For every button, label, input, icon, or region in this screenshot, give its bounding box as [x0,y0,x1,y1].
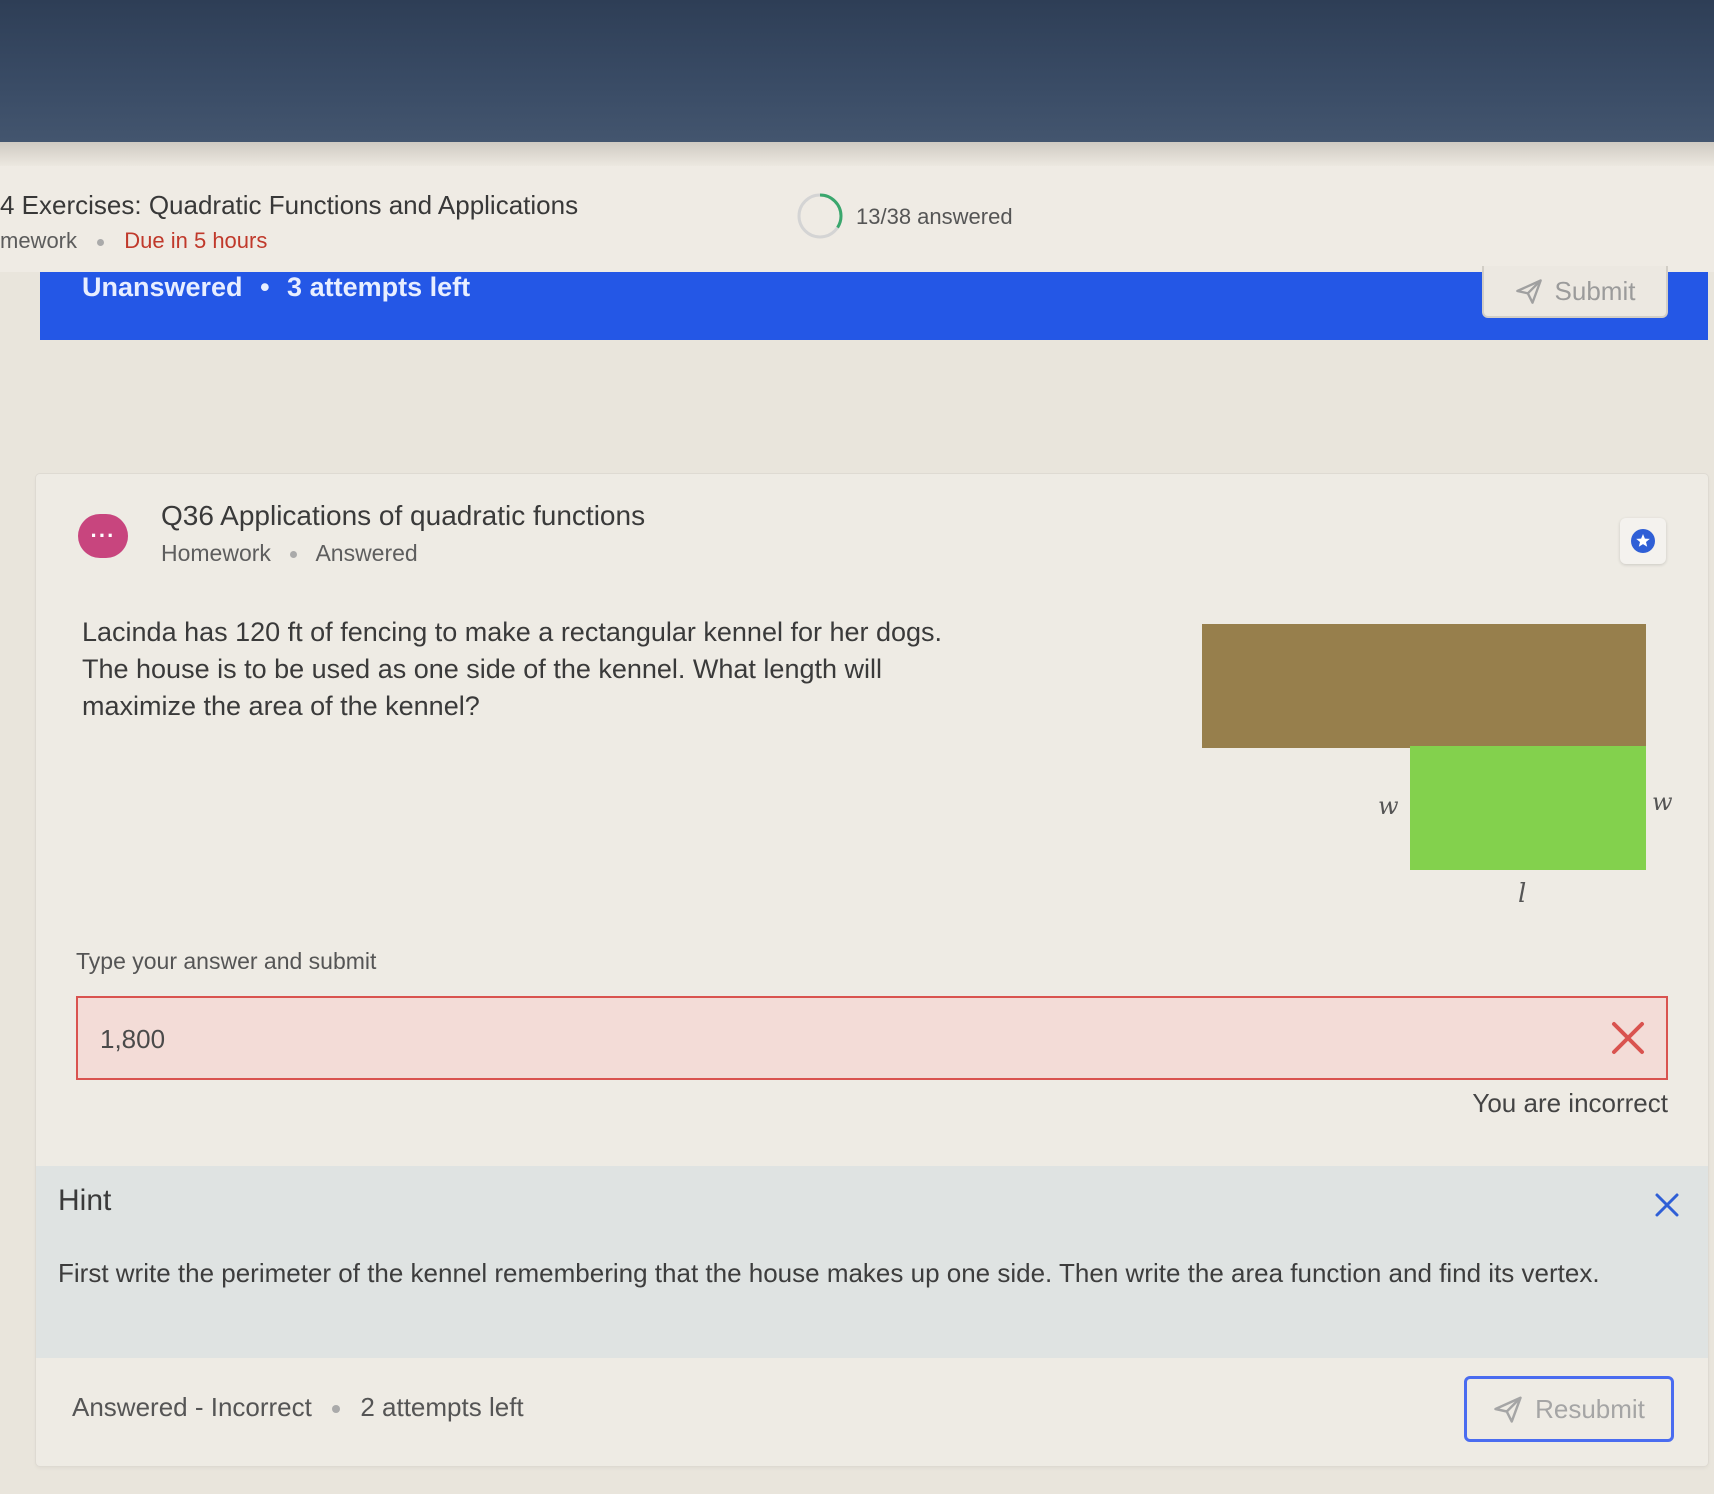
house-rect [1202,624,1646,748]
progress-count: 13/38 answered [856,204,1013,229]
status-state: Unanswered [82,272,243,302]
screen-edge [0,142,1714,166]
answer-label: Type your answer and submit [76,948,377,974]
footer-attempts: 2 attempts left [360,1392,524,1422]
footer-status: Answered - Incorrect 2 attempts left [72,1392,524,1423]
separator-dot [290,551,298,559]
answer-box [76,996,1668,1080]
length-label: l [1518,879,1526,909]
assignment-header: 4 Exercises: Quadratic Functions and App… [0,166,1714,272]
question-avatar: ··· [78,514,128,558]
hint-text: First write the perimeter of the kennel … [58,1258,1600,1288]
monitor-bezel [0,0,1714,146]
question-title: Q36 Applications of quadratic functions [161,500,646,531]
status-attempts: 3 attempts left [287,272,471,302]
hint-title: Hint [58,1184,112,1217]
question-type: Homework [161,540,271,566]
question-text: Lacinda has 120 ft of fencing to make a … [82,617,943,721]
hint-panel: Hint First write the perimeter of the ke… [36,1166,1708,1358]
due-text: Due in 5 hours [124,228,268,253]
assignment-subtitle: mework Due in 5 hours [0,228,267,254]
send-icon [1494,1396,1522,1423]
resubmit-button[interactable]: Resubmit [1464,1376,1674,1442]
footer-state: Answered - Incorrect [72,1392,312,1422]
progress-ring-icon [797,193,843,239]
question-card: ··· Q36 Applications of quadratic functi… [36,474,1708,1466]
kennel-diagram: w w l [1202,624,1673,909]
incorrect-x-icon [1612,1022,1644,1054]
left-width-label: w [1378,792,1399,820]
star-badge-icon [1631,529,1655,553]
separator-dot [332,1405,341,1414]
resubmit-label: Resubmit [1535,1393,1645,1424]
kennel-rect [1410,746,1646,870]
submit-label: Submit [1554,275,1636,306]
assignment-type: mework [0,228,78,253]
right-width-label: w [1652,788,1673,816]
answer-input[interactable] [98,998,1502,1080]
assignment-title: 4 Exercises: Quadratic Functions and App… [0,190,579,220]
send-icon [1515,279,1542,304]
submit-button[interactable]: Submit [1482,266,1668,318]
separator-dot: • [260,272,270,302]
separator-dot [97,238,105,246]
question-meta: Homework Answered [161,540,418,567]
close-icon[interactable] [1652,1190,1682,1220]
question-status-bar: Unanswered • 3 attempts left Submit [40,266,1708,340]
question-status: Answered [315,540,418,566]
bookmark-button[interactable] [1620,518,1666,564]
feedback-text: You are incorrect [1472,1088,1668,1118]
status-text: Unanswered • 3 attempts left [82,272,470,303]
